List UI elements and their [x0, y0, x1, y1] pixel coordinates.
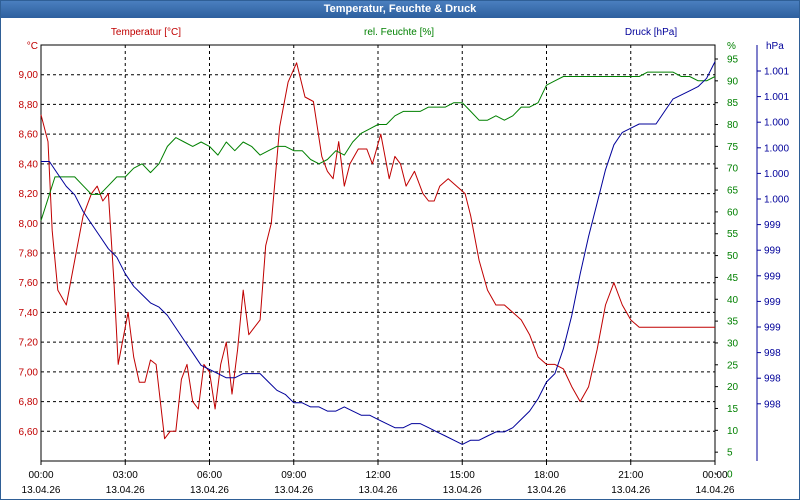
humidity-tick-label: 40: [727, 295, 739, 306]
x-tick-time: 09:00: [281, 470, 306, 481]
pressure-tick-label: 998: [764, 348, 781, 359]
x-tick-date: 13.04.26: [22, 485, 61, 496]
pressure-tick-label: 999: [764, 271, 781, 282]
pressure-axis-title: Druck [hPa]: [625, 27, 677, 38]
temperature-tick-label: 7,80: [19, 249, 39, 260]
x-tick-time: 18:00: [534, 470, 559, 481]
temperature-tick-label: 7,00: [19, 367, 39, 378]
pressure-tick-label: 1.001: [764, 67, 789, 78]
humidity-tick-label: 20: [727, 382, 739, 393]
humidity-tick-label: 85: [727, 98, 739, 109]
grid-lines: [41, 45, 715, 461]
line-chart: 00:00 13.04.26 03:00 13.04.26 06:00 13.04.26 0…: [19, 27, 790, 496]
pressure-tick-label: 999: [764, 323, 781, 334]
x-tick-time: 00:00: [702, 470, 727, 481]
humidity-tick-label: 35: [727, 317, 739, 328]
pressure-tick-label: 999: [764, 246, 781, 257]
temperature-tick-label: 8,40: [19, 159, 39, 170]
pressure-tick-label: 1.000: [764, 118, 789, 129]
x-tick-date: 14.04.26: [696, 485, 735, 496]
humidity-unit: %: [727, 41, 736, 52]
humidity-tick-label: 25: [727, 360, 739, 371]
x-tick-time: 06:00: [197, 470, 222, 481]
x-tick-time: 03:00: [113, 470, 138, 481]
pressure-tick-label: 1.000: [764, 195, 789, 206]
pressure-tick-label: 1.000: [764, 169, 789, 180]
x-tick-time: 15:00: [450, 470, 475, 481]
x-tick-time: 00:00: [28, 470, 53, 481]
x-tick-date: 13.04.26: [527, 485, 566, 496]
humidity-tick-label: 95: [727, 55, 739, 66]
x-tick-date: 13.04.26: [359, 485, 398, 496]
x-tick-time: 12:00: [365, 470, 390, 481]
pressure-tick-label: 1.000: [764, 143, 789, 154]
humidity-tick-label: 10: [727, 426, 739, 437]
humidity-tick-label: 90: [727, 76, 739, 87]
temperature-tick-label: 8,20: [19, 189, 39, 200]
humidity-tick-label: 70: [727, 164, 739, 175]
humidity-tick-label: 75: [727, 142, 739, 153]
humidity-tick-label: 30: [727, 338, 739, 349]
pressure-tick-label: 1.001: [764, 92, 789, 103]
temperature-axis-title: Temperatur [°C]: [111, 27, 181, 38]
temperature-tick-label: 6,60: [19, 427, 39, 438]
temperature-tick-label: 7,60: [19, 278, 39, 289]
humidity-axis-title: rel. Feuchte [%]: [364, 27, 434, 38]
humidity-tick-label: 15: [727, 404, 739, 415]
temperature-tick-label: 7,40: [19, 308, 39, 319]
temperature-unit: °C: [27, 41, 38, 52]
humidity-tick-label: 65: [727, 186, 739, 197]
x-tick-date: 13.04.26: [274, 485, 313, 496]
x-tick-date: 13.04.26: [611, 485, 650, 496]
temperature-tick-label: 9,00: [19, 70, 39, 81]
temperature-tick-label: 6,80: [19, 397, 39, 408]
temperature-tick-label: 7,20: [19, 338, 39, 349]
humidity-tick-label: 60: [727, 207, 739, 218]
pressure-tick-label: 999: [764, 220, 781, 231]
x-tick-date: 13.04.26: [106, 485, 145, 496]
pressure-tick-label: 998: [764, 399, 781, 410]
humidity-tick-label: 0: [727, 470, 733, 481]
humidity-tick-label: 5: [727, 448, 733, 459]
x-tick-date: 13.04.26: [443, 485, 482, 496]
pressure-tick-label: 998: [764, 374, 781, 385]
humidity-tick-label: 50: [727, 251, 739, 262]
pressure-tick-label: 999: [764, 297, 781, 308]
x-tick-time: 21:00: [618, 470, 643, 481]
axis-labels: 00:00 13.04.26 03:00 13.04.26 06:00 13.04.26 0…: [19, 27, 790, 496]
temperature-tick-label: 8,80: [19, 100, 39, 111]
pressure-unit: hPa: [766, 41, 784, 52]
temperature-tick-label: 8,60: [19, 130, 39, 141]
humidity-tick-label: 55: [727, 229, 739, 240]
chart-window: Temperatur, Feuchte & Druck 00:00 13.04.2…: [0, 0, 800, 500]
humidity-tick-label: 45: [727, 273, 739, 284]
humidity-tick-label: 80: [727, 120, 739, 131]
temperature-tick-label: 8,00: [19, 219, 39, 230]
x-tick-date: 13.04.26: [190, 485, 229, 496]
